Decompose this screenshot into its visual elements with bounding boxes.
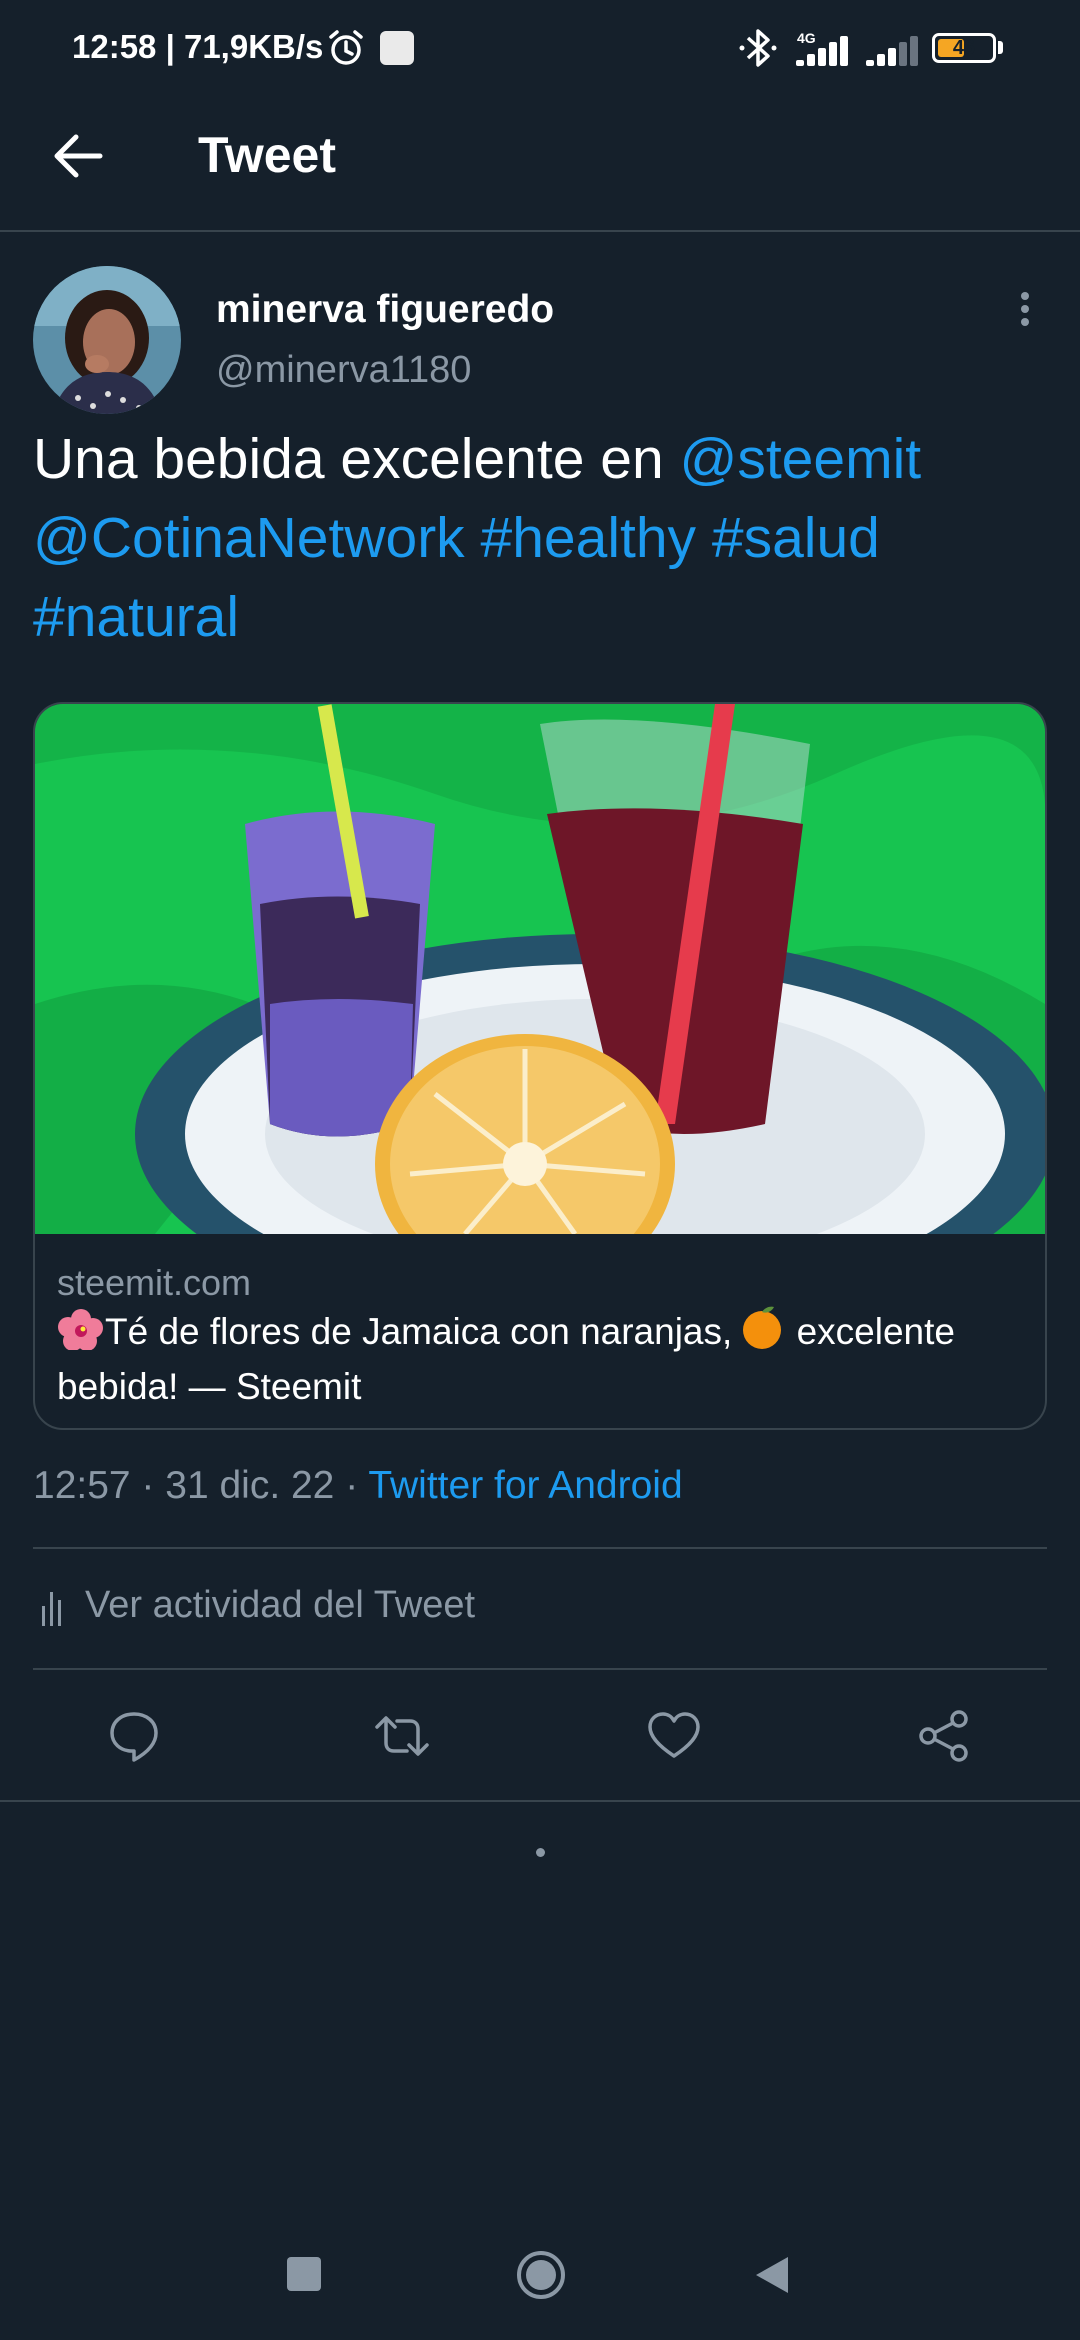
notification-square-icon — [380, 31, 414, 65]
arrow-left-icon[interactable] — [50, 128, 106, 184]
tweet-text: Una bebida excelente en @steemit @Cotina… — [33, 420, 1048, 657]
card-domain: steemit.com — [57, 1262, 252, 1303]
hashtag-link[interactable]: #healthy — [481, 506, 697, 570]
mention-link[interactable]: @steemit — [679, 427, 921, 491]
avatar-photo — [33, 266, 181, 414]
recents-button[interactable] — [287, 2257, 321, 2291]
loading-dot — [536, 1848, 545, 1857]
retweet-icon[interactable] — [374, 1708, 430, 1764]
card-title-part1: Té de flores de Jamaica con naranjas, — [105, 1311, 733, 1352]
more-options-icon[interactable] — [1008, 286, 1042, 332]
reply-icon[interactable] — [106, 1708, 162, 1764]
battery-cap — [998, 41, 1003, 54]
signal-icon — [866, 34, 928, 66]
link-preview-card[interactable]: steemit.com Té de flores de Jamaica con … — [33, 702, 1047, 1430]
header-divider — [0, 230, 1080, 232]
tweet-source-link[interactable]: Twitter for Android — [368, 1464, 682, 1507]
hashtag-link[interactable]: #salud — [712, 506, 880, 570]
mention-link[interactable]: @CotinaNetwork — [33, 506, 465, 570]
hibiscus-icon — [58, 1309, 103, 1350]
divider — [0, 1800, 1080, 1802]
divider — [33, 1547, 1047, 1549]
share-icon[interactable] — [916, 1708, 972, 1764]
battery-level: 46 — [952, 37, 976, 59]
tweet-text-plain: Una bebida excelente en — [33, 427, 680, 491]
like-icon[interactable] — [646, 1708, 702, 1764]
view-activity-button[interactable]: Ver actividad del Tweet — [33, 1584, 593, 1634]
hashtag-link[interactable]: #natural — [33, 585, 239, 649]
bluetooth-icon — [739, 29, 777, 67]
author-handle[interactable]: @minerva1180 — [216, 349, 471, 392]
view-activity-label: Ver actividad del Tweet — [85, 1584, 476, 1626]
status-time: 12:58 | 71,9KB/s — [72, 28, 324, 65]
divider — [33, 1668, 1047, 1670]
alarm-icon — [329, 30, 363, 65]
back-button[interactable] — [752, 2254, 792, 2296]
page-title: Tweet — [198, 127, 336, 183]
orange-icon — [743, 1306, 782, 1349]
card-title: Té de flores de Jamaica con naranjas, ex… — [57, 1304, 1037, 1414]
avatar[interactable] — [33, 266, 181, 414]
signal-4g-icon — [796, 34, 858, 66]
author-name[interactable]: minerva figueredo — [216, 288, 554, 332]
bar-chart-icon — [42, 1592, 61, 1626]
tweet-timestamp: 12:57 · 31 dic. 22 · Twitter for Android — [33, 1464, 683, 1508]
tweet-time-date: 12:57 · 31 dic. 22 · — [33, 1464, 369, 1507]
card-image — [35, 704, 1045, 1234]
home-button[interactable] — [516, 2250, 566, 2300]
battery-icon: 46 — [932, 33, 996, 63]
status-bar: 12:58 | 71,9KB/s 4G 46 — [0, 0, 1080, 100]
